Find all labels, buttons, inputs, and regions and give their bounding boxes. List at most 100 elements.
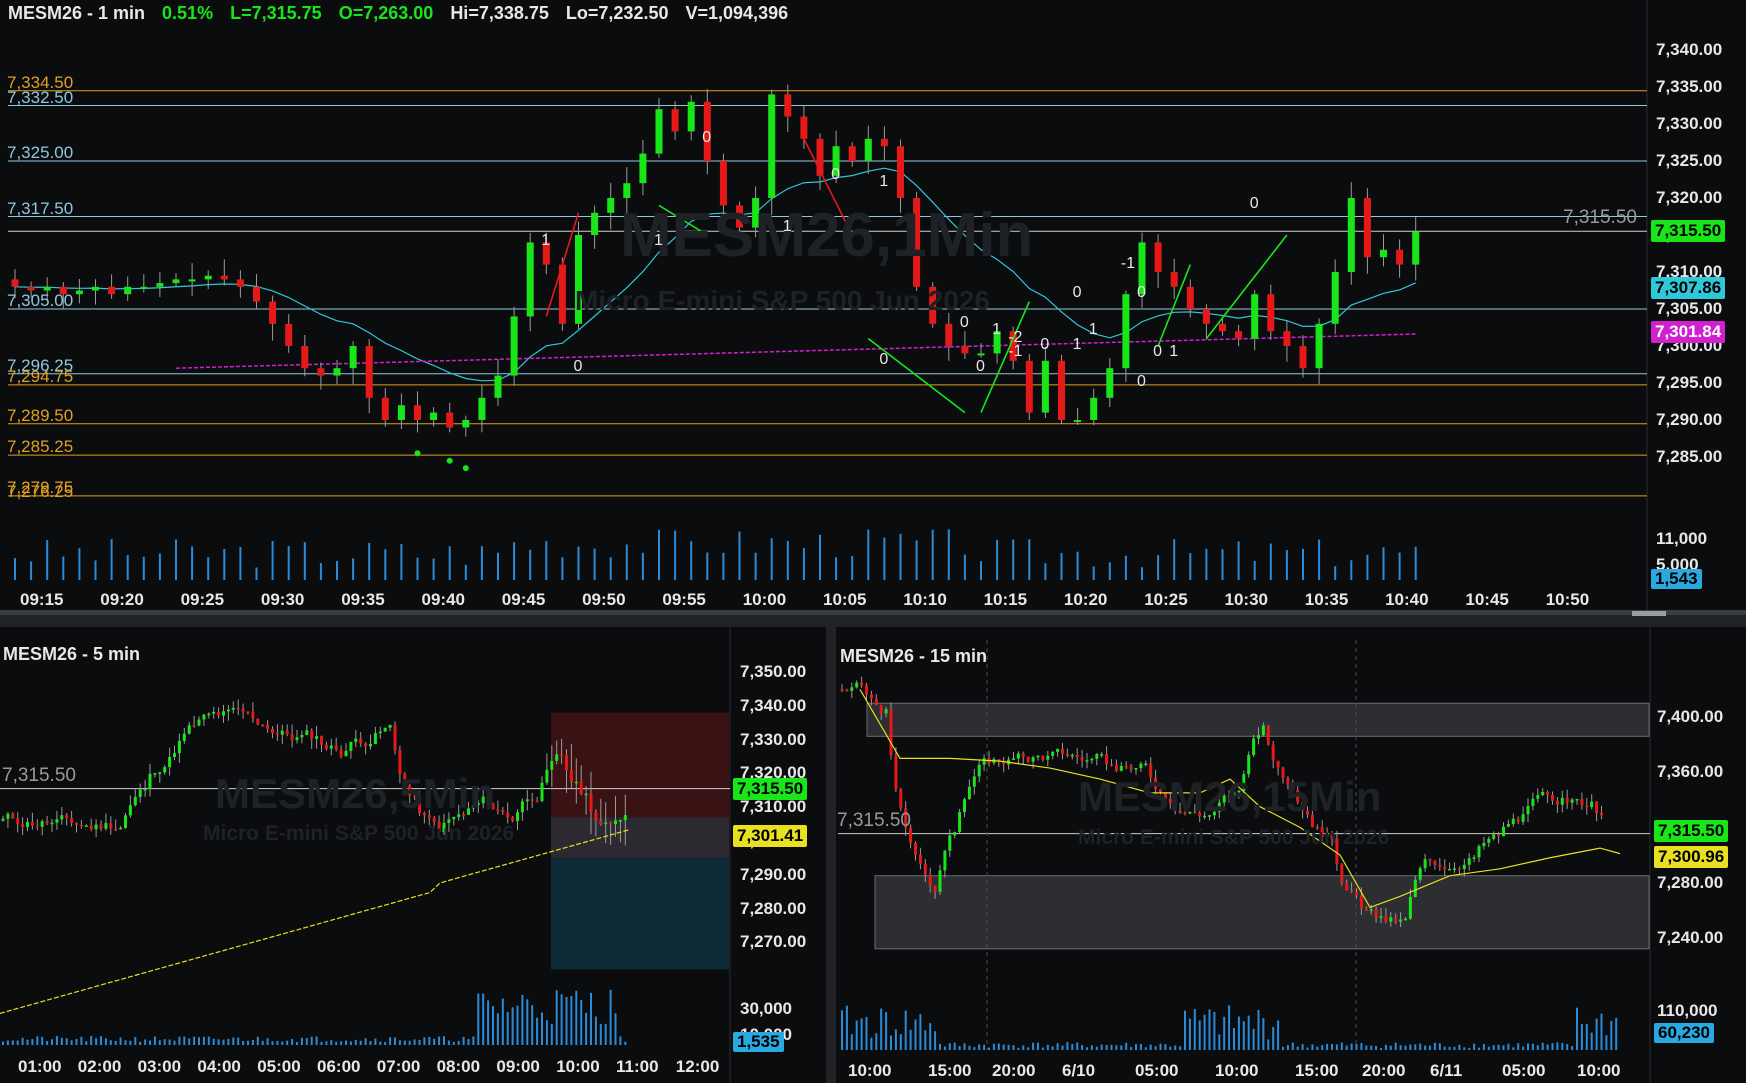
bl-volume-bar (359, 1040, 362, 1045)
bl-volume-bar (565, 996, 568, 1045)
top-volume-bar (1108, 562, 1111, 580)
bl-candle (30, 821, 34, 826)
br-volume-bar (1081, 1044, 1084, 1050)
top-volume-bar (674, 530, 677, 580)
bl-volume-axis-label: 30,000 (740, 999, 792, 1018)
bl-volume-bar (178, 1036, 181, 1045)
br-candle (1570, 799, 1574, 803)
bl-candle (604, 822, 608, 825)
br-candle (928, 874, 932, 886)
top-volume-bar (1318, 539, 1321, 580)
br-volume-bar (1233, 1027, 1235, 1050)
bl-candle (26, 821, 29, 828)
bl-volume-bar (560, 994, 563, 1045)
bl-volume-bar (232, 1037, 235, 1045)
top-candle (317, 368, 325, 376)
bl-volume-bar (242, 1041, 245, 1045)
br-volume-bar (1090, 1045, 1093, 1050)
bl-volume-bar (374, 1038, 377, 1045)
br-candle (1575, 798, 1579, 801)
br-xaxis-label: 15:00 (1295, 1061, 1339, 1080)
br-candle (1379, 916, 1383, 918)
top-swing-line (1205, 234, 1288, 340)
top-candle (92, 286, 99, 291)
top-candle (220, 275, 228, 280)
br-volume-bar (1272, 1027, 1275, 1050)
br-volume-bar (1149, 1044, 1152, 1050)
top-volume-bar (1221, 549, 1224, 580)
br-candle (865, 685, 868, 695)
bl-volume-bar (60, 1037, 63, 1045)
top-candle (494, 375, 502, 398)
top-volume-bar (14, 558, 16, 580)
bl-candle (45, 821, 49, 824)
top-candle (1396, 249, 1404, 265)
bl-candle (300, 734, 304, 738)
br-volume-bar (1115, 1045, 1118, 1050)
top-volume-bar (1398, 552, 1401, 580)
top-swing-annotation: 0 (573, 358, 583, 376)
top-candle (768, 94, 776, 198)
bl-xaxis-label: 03:00 (137, 1057, 182, 1076)
top-volume-bar (303, 542, 306, 580)
top-volume-bar (641, 552, 644, 580)
br-xaxis-label: 6/11 (1430, 1061, 1463, 1080)
bl-volume-bar (599, 1024, 602, 1045)
top-yaxis-label: 7,335.00 (1656, 77, 1723, 96)
top-candle (945, 323, 953, 346)
top-xaxis-label: 10:05 (823, 590, 867, 609)
br-candle (1443, 866, 1447, 870)
top-volume-bar (770, 538, 773, 580)
br-volume-bar (1218, 1034, 1221, 1050)
br-xaxis-label: 10:00 (1215, 1061, 1259, 1080)
br-volume-bar (988, 1047, 990, 1050)
top-volume-bar (963, 554, 966, 580)
br-chart-header[interactable]: MESM26 - 15 min (840, 646, 987, 667)
bl-volume-bar (609, 989, 612, 1045)
bl-volume-bar (36, 1036, 39, 1045)
top-swing-annotation: 0 (959, 313, 969, 331)
top-volume-bar (1414, 546, 1417, 580)
bl-candle (565, 755, 568, 771)
bl-volume-bar (153, 1036, 156, 1045)
top-candle (1235, 331, 1243, 339)
bl-volume-bar (183, 1036, 186, 1045)
bl-candle (128, 805, 132, 816)
bl-chart-header[interactable]: MESM26 - 5 min (3, 644, 140, 665)
br-candle (1428, 859, 1432, 861)
br-candle (1502, 826, 1505, 837)
top-symbol[interactable]: MESM26 - 1 min (8, 3, 145, 23)
bl-candle (393, 724, 397, 751)
top-swing-annotation: 1 (654, 232, 663, 250)
br-volume-bar (1316, 1046, 1319, 1050)
bl-volume-bar (21, 1037, 24, 1045)
br-volume-bar (1340, 1042, 1343, 1050)
br-volume-bar (1037, 1042, 1039, 1050)
top-volume-bar (175, 539, 177, 580)
scrollbar-track (0, 610, 1746, 615)
bl-candle (114, 828, 118, 831)
br-volume-bar (1007, 1044, 1010, 1050)
bl-candle (70, 818, 74, 824)
top-signal-dot (414, 450, 421, 457)
bl-candle (256, 718, 260, 725)
top-volume-bar (1189, 553, 1192, 580)
bl-volume-bar (443, 1036, 445, 1045)
br-candle (1257, 735, 1260, 739)
top-candle (671, 109, 679, 132)
bl-candle (310, 730, 314, 739)
br-candle (1080, 757, 1084, 761)
bl-volume-bar (506, 1012, 509, 1045)
top-candle (1299, 346, 1307, 369)
bl-candle (143, 788, 147, 791)
bl-candle (226, 709, 230, 712)
br-volume-bar (1458, 1044, 1461, 1050)
bl-volume-bar (51, 1039, 53, 1045)
top-swing-annotation: 0 (1040, 336, 1050, 353)
br-candle (899, 789, 903, 809)
top-xaxis-label: 10:25 (1144, 590, 1188, 609)
br-candle (1423, 859, 1427, 869)
bl-volume-bar (212, 1038, 215, 1045)
top-candle (591, 212, 599, 235)
bl-yaxis-label: 7,290.00 (740, 864, 807, 884)
